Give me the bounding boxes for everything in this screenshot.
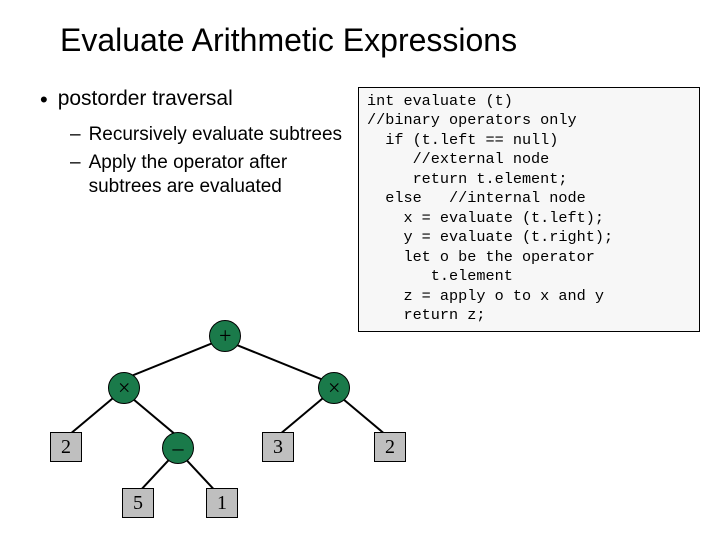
- dash-icon: –: [70, 151, 81, 199]
- sub-bullet-1: – Recursively evaluate subtrees: [70, 123, 350, 147]
- tree-leaf-3: 3: [262, 432, 294, 462]
- dash-icon: –: [70, 123, 81, 147]
- tree-leaf-5: 5: [122, 488, 154, 518]
- bullet-text: postorder traversal: [58, 87, 233, 113]
- sub-bullet-2-text: Apply the operator after subtrees are ev…: [89, 151, 350, 199]
- sub-bullet-list: – Recursively evaluate subtrees – Apply …: [70, 123, 350, 198]
- sub-bullet-2: – Apply the operator after subtrees are …: [70, 151, 350, 199]
- tree-node-root-plus: +: [209, 320, 241, 352]
- bullet-main: • postorder traversal: [40, 87, 350, 113]
- tree-node-minus: –: [162, 432, 194, 464]
- pseudocode-box: int evaluate (t) //binary operators only…: [358, 87, 700, 332]
- tree-leaf-2a: 2: [50, 432, 82, 462]
- slide-title: Evaluate Arithmetic Expressions: [0, 0, 720, 59]
- content-row: • postorder traversal – Recursively eval…: [0, 59, 720, 332]
- bullet-dot-icon: •: [40, 87, 48, 113]
- sub-bullet-1-text: Recursively evaluate subtrees: [89, 123, 342, 147]
- tree-node-times-right: ×: [318, 372, 350, 404]
- expression-tree: + × × 2 – 3 2 5 1: [44, 320, 404, 530]
- tree-node-times-left: ×: [108, 372, 140, 404]
- bullet-column: • postorder traversal – Recursively eval…: [40, 87, 350, 332]
- tree-leaf-1: 1: [206, 488, 238, 518]
- tree-leaf-2b: 2: [374, 432, 406, 462]
